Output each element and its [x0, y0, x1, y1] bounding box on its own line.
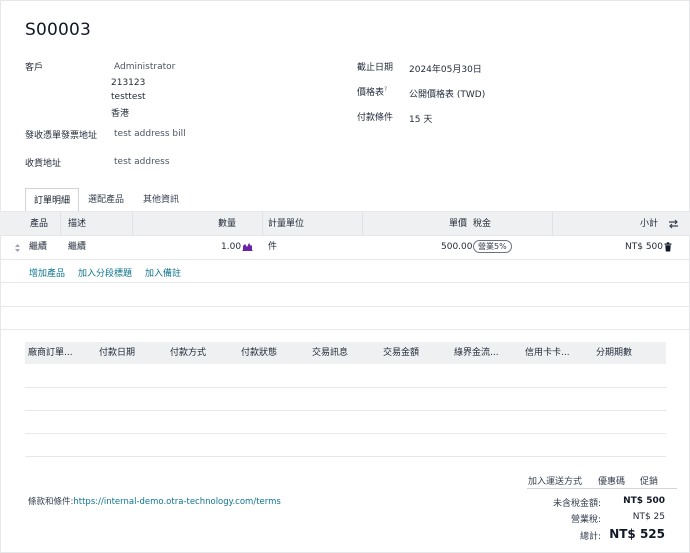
customer-address-line2: testtest	[111, 92, 146, 102]
swap-arrows-icon[interactable]	[668, 219, 679, 229]
column-separator	[60, 212, 61, 236]
untaxed-amount-value: NT$ 500	[623, 496, 665, 506]
add-product-link[interactable]: 增加產品	[29, 266, 65, 279]
total-label: 總計:	[579, 532, 601, 542]
tax-amount-label: 營業稅:	[570, 515, 601, 525]
terms-url[interactable]: https://internal-demo.otra-technology.co…	[73, 497, 280, 507]
column-payment-method[interactable]: 付款方式	[170, 342, 206, 364]
line-product[interactable]: 繼續	[29, 236, 47, 260]
column-vendor-order[interactable]: 廠商訂單...	[28, 342, 73, 364]
column-separator	[362, 212, 363, 236]
line-quantity[interactable]: 1.00	[221, 236, 241, 260]
tab-other-info[interactable]: 其他資訊	[135, 188, 187, 212]
table-row-divider	[25, 456, 666, 457]
column-payment-status[interactable]: 付款狀態	[241, 342, 277, 364]
pricelist-label: 價格表?	[357, 85, 387, 98]
tax-amount-value: NT$ 25	[632, 512, 665, 522]
add-shipping-button[interactable]: 加入運送方式	[528, 474, 582, 487]
add-note-link[interactable]: 加入備註	[145, 266, 181, 279]
order-title: S00003	[25, 20, 92, 40]
add-section-link[interactable]: 加入分段標題	[78, 266, 132, 279]
column-ecpay-flow[interactable]: 綠界金流...	[454, 342, 499, 364]
column-unit-price[interactable]: 單價	[449, 212, 467, 236]
column-separator	[132, 212, 133, 236]
column-product[interactable]: 產品	[30, 212, 48, 236]
expiration-label: 截止日期	[357, 63, 394, 73]
table-row-divider	[0, 282, 690, 283]
payment-terms-label: 付款條件	[357, 113, 394, 123]
promotions-button[interactable]: 促銷	[640, 474, 658, 487]
bar-chart-icon[interactable]	[242, 242, 253, 251]
column-installments[interactable]: 分期期數	[596, 342, 632, 364]
line-subtotal: NT$ 500	[625, 242, 663, 252]
pricelist-field[interactable]: 公開價格表 (TWD)	[409, 87, 485, 100]
untaxed-amount-label: 未含稅金額:	[552, 499, 601, 509]
table-row-divider	[25, 433, 666, 434]
table-row-divider	[0, 306, 690, 307]
line-uom[interactable]: 件	[268, 236, 277, 260]
column-description[interactable]: 描述	[68, 212, 86, 236]
column-transaction-amount[interactable]: 交易金額	[383, 342, 419, 364]
column-quantity[interactable]: 數量	[218, 212, 236, 236]
tab-optional-products[interactable]: 選配產品	[80, 188, 132, 212]
total-value: NT$ 525	[609, 527, 665, 541]
delivery-address-label: 收貨地址	[25, 159, 62, 169]
customer-label: 客戶	[25, 63, 44, 73]
help-icon[interactable]: ?	[384, 86, 387, 93]
column-payment-date[interactable]: 付款日期	[99, 342, 135, 364]
expiration-field[interactable]: 2024年05月30日	[409, 62, 482, 75]
line-unit-price[interactable]: 500.00	[441, 236, 473, 260]
table-row-divider	[25, 387, 666, 388]
column-separator	[262, 212, 263, 236]
invoice-address-label: 發收憑單發票地址	[25, 131, 98, 141]
table-row[interactable]: 繼續 繼續 1.00 件 500.00 營業5% NT$ 500	[0, 236, 690, 260]
drag-handle-icon[interactable]	[14, 243, 21, 253]
pricelist-label-text: 價格表	[357, 88, 385, 98]
table-row-divider	[25, 410, 666, 411]
invoice-address-field[interactable]: test address bill	[114, 129, 186, 139]
column-transaction-message[interactable]: 交易訊息	[312, 342, 348, 364]
delivery-address-field[interactable]: test address	[114, 157, 170, 167]
column-separator	[552, 212, 553, 236]
order-lines-header: 產品 描述 數量 計量單位 單價 稅金 小計	[0, 212, 690, 236]
coupon-button[interactable]: 優惠碼	[598, 474, 625, 487]
column-taxes[interactable]: 稅金	[473, 212, 491, 236]
totals-divider	[527, 488, 677, 489]
trash-icon[interactable]	[664, 242, 672, 252]
column-uom[interactable]: 計量單位	[268, 212, 304, 236]
column-credit-card[interactable]: 信用卡卡...	[525, 342, 570, 364]
table-row-divider	[0, 329, 690, 330]
line-taxes[interactable]: 營業5%	[473, 236, 512, 260]
terms-and-conditions[interactable]: 條款和條件:https://internal-demo.otra-technol…	[28, 495, 281, 507]
customer-address-line3: 香港	[111, 109, 130, 119]
column-subtotal[interactable]: 小計	[640, 212, 658, 236]
line-description[interactable]: 繼續	[68, 236, 86, 260]
terms-label: 條款和條件:	[28, 497, 74, 507]
payment-terms-field[interactable]: 15 天	[409, 112, 432, 125]
tab-order-lines[interactable]: 訂單明細	[25, 188, 80, 212]
customer-name[interactable]: Administrator	[114, 62, 175, 72]
tax-badge: 營業5%	[473, 240, 512, 253]
customer-address-line1: 213123	[111, 78, 146, 88]
payments-header: 廠商訂單... 付款日期 付款方式 付款狀態 交易訊息 交易金額 綠界金流...…	[25, 342, 666, 364]
